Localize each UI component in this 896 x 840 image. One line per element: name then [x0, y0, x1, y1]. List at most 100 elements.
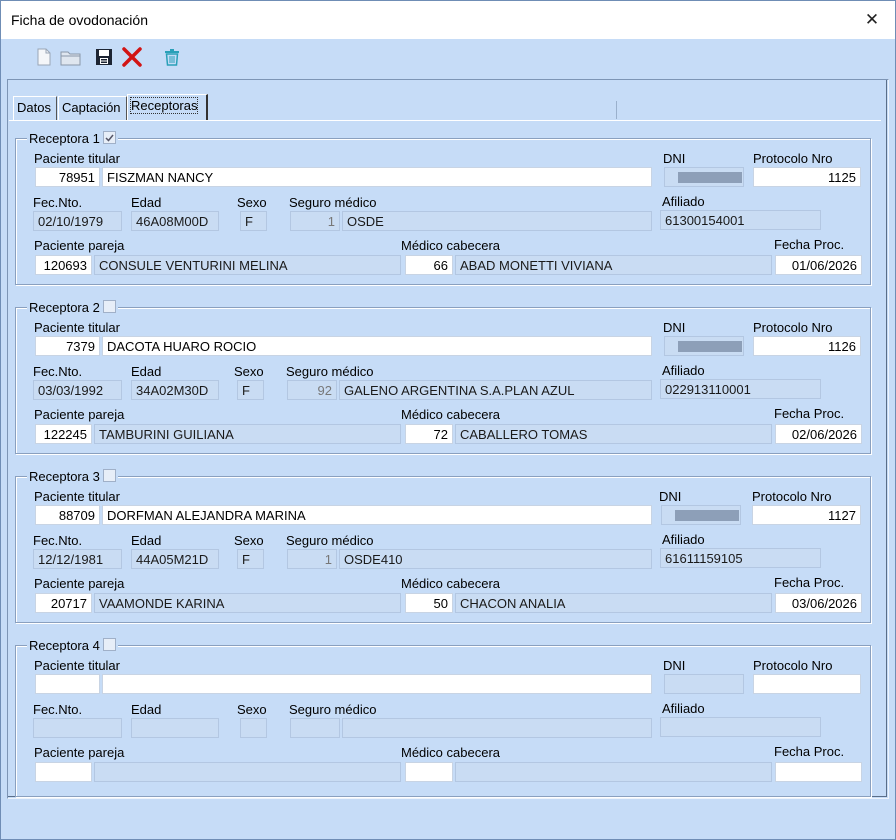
medico-id-field[interactable]: 50 — [405, 593, 453, 613]
label-afiliado: Afiliado — [662, 194, 705, 209]
open-button[interactable] — [59, 46, 81, 68]
title-bar: Ficha de ovodonación ✕ — [1, 1, 895, 39]
seguro-nombre-field: OSDE — [342, 211, 652, 231]
fecha-proc-field[interactable]: 02/06/2026 — [775, 424, 862, 444]
label-paciente-titular: Paciente titular — [34, 489, 120, 504]
protocolo-field[interactable] — [753, 674, 861, 694]
edad-field: 34A02M30D — [131, 380, 219, 400]
titular-nombre-field[interactable]: FISZMAN NANCY — [102, 167, 652, 187]
close-icon: ✕ — [864, 10, 880, 29]
pareja-nombre-field: TAMBURINI GUILIANA — [94, 424, 401, 444]
label-protocolo: Protocolo Nro — [753, 151, 833, 166]
protocolo-field[interactable]: 1127 — [752, 505, 861, 525]
medico-nombre-field — [455, 762, 772, 782]
window: Ficha de ovodonación ✕ Datos Captación R… — [0, 0, 896, 840]
label-edad: Edad — [131, 533, 162, 548]
pareja-id-field[interactable]: 120693 — [35, 255, 92, 275]
seguro-nombre-field: OSDE410 — [339, 549, 652, 569]
receptora-checkbox[interactable] — [102, 300, 116, 313]
seguro-id-field — [290, 718, 340, 738]
divider — [616, 101, 617, 119]
label-edad: Edad — [131, 195, 162, 210]
label-paciente-pareja: Paciente pareja — [34, 745, 125, 760]
delete-x-icon — [122, 47, 142, 67]
label-fec-nto: Fec.Nto. — [33, 364, 83, 379]
titular-id-field[interactable] — [35, 674, 100, 694]
titular-id-field[interactable]: 78951 — [35, 167, 100, 187]
label-sexo: Sexo — [237, 195, 267, 210]
protocolo-field[interactable]: 1125 — [753, 167, 861, 187]
label-sexo: Sexo — [234, 533, 264, 548]
medico-id-field[interactable]: 72 — [405, 424, 453, 444]
titular-id-field[interactable]: 7379 — [35, 336, 100, 356]
label-paciente-pareja: Paciente pareja — [34, 238, 125, 253]
afiliado-field: 61611159105 — [660, 548, 821, 568]
sexo-field: F — [237, 380, 264, 400]
titular-nombre-field[interactable]: DORFMAN ALEJANDRA MARINA — [102, 505, 652, 525]
dni-redacted — [678, 341, 742, 352]
fec-nto-field: 02/10/1979 — [33, 211, 122, 231]
tab-receptoras[interactable]: Receptoras — [127, 94, 208, 121]
tab-label: Datos — [17, 100, 51, 115]
fecha-proc-field[interactable]: 03/06/2026 — [775, 593, 862, 613]
tab-captacion[interactable]: Captación — [58, 96, 127, 120]
sexo-field: F — [237, 549, 264, 569]
pareja-id-field[interactable]: 20717 — [35, 593, 92, 613]
receptora-checkbox[interactable] — [102, 469, 116, 482]
seguro-id-field: 92 — [287, 380, 337, 400]
afiliado-field — [660, 717, 821, 737]
medico-id-field[interactable] — [405, 762, 453, 782]
label-fec-nto: Fec.Nto. — [33, 533, 83, 548]
delete-button[interactable] — [121, 46, 143, 68]
titular-nombre-field[interactable]: DACOTA HUARO ROCIO — [102, 336, 652, 356]
fec-nto-field — [33, 718, 122, 738]
label-seguro: Seguro médico — [286, 364, 374, 379]
label-paciente-pareja: Paciente pareja — [34, 576, 125, 591]
label-afiliado: Afiliado — [662, 363, 705, 378]
close-button[interactable]: ✕ — [849, 1, 895, 39]
dni-redacted — [675, 510, 739, 521]
label-protocolo: Protocolo Nro — [753, 320, 833, 335]
fecha-proc-field[interactable] — [775, 762, 862, 782]
tab-datos[interactable]: Datos — [13, 96, 57, 120]
label-fec-nto: Fec.Nto. — [33, 702, 83, 717]
label-seguro: Seguro médico — [286, 533, 374, 548]
seguro-id-field: 1 — [287, 549, 337, 569]
label-afiliado: Afiliado — [662, 532, 705, 547]
new-document-icon — [37, 48, 51, 66]
label-dni: DNI — [663, 320, 686, 335]
pareja-id-field[interactable] — [35, 762, 92, 782]
label-fec-nto: Fec.Nto. — [33, 195, 83, 210]
new-button[interactable] — [33, 46, 55, 68]
titular-id-field[interactable]: 88709 — [35, 505, 100, 525]
receptora-checkbox[interactable] — [102, 131, 116, 144]
sexo-field — [240, 718, 267, 738]
pareja-nombre-field: CONSULE VENTURINI MELINA — [94, 255, 401, 275]
receptora-checkbox[interactable] — [102, 638, 116, 651]
seguro-nombre-field: GALENO ARGENTINA S.A.PLAN AZUL — [339, 380, 652, 400]
seguro-id-field: 1 — [290, 211, 340, 231]
trash-button[interactable] — [161, 46, 183, 68]
edad-field — [131, 718, 219, 738]
titular-nombre-field[interactable] — [102, 674, 652, 694]
label-paciente-pareja: Paciente pareja — [34, 407, 125, 422]
label-edad: Edad — [131, 702, 162, 717]
label-medico: Médico cabecera — [401, 407, 500, 422]
label-fecha-proc: Fecha Proc. — [774, 744, 845, 759]
label-fecha-proc: Fecha Proc. — [774, 575, 845, 590]
label-protocolo: Protocolo Nro — [752, 489, 832, 504]
pareja-id-field[interactable]: 122245 — [35, 424, 92, 444]
protocolo-field[interactable]: 1126 — [753, 336, 861, 356]
check-icon — [105, 134, 114, 142]
open-folder-icon — [60, 51, 81, 66]
save-button[interactable] — [93, 46, 115, 68]
dni-field[interactable] — [664, 674, 744, 694]
label-fecha-proc: Fecha Proc. — [774, 406, 845, 421]
receptora-group-title: Receptora 3 — [27, 469, 118, 485]
medico-nombre-field: CHACON ANALIA — [455, 593, 772, 613]
medico-id-field[interactable]: 66 — [405, 255, 453, 275]
window-title: Ficha de ovodonación — [11, 12, 148, 28]
label-dni: DNI — [659, 489, 682, 504]
fecha-proc-field[interactable]: 01/06/2026 — [775, 255, 862, 275]
pareja-nombre-field — [94, 762, 401, 782]
